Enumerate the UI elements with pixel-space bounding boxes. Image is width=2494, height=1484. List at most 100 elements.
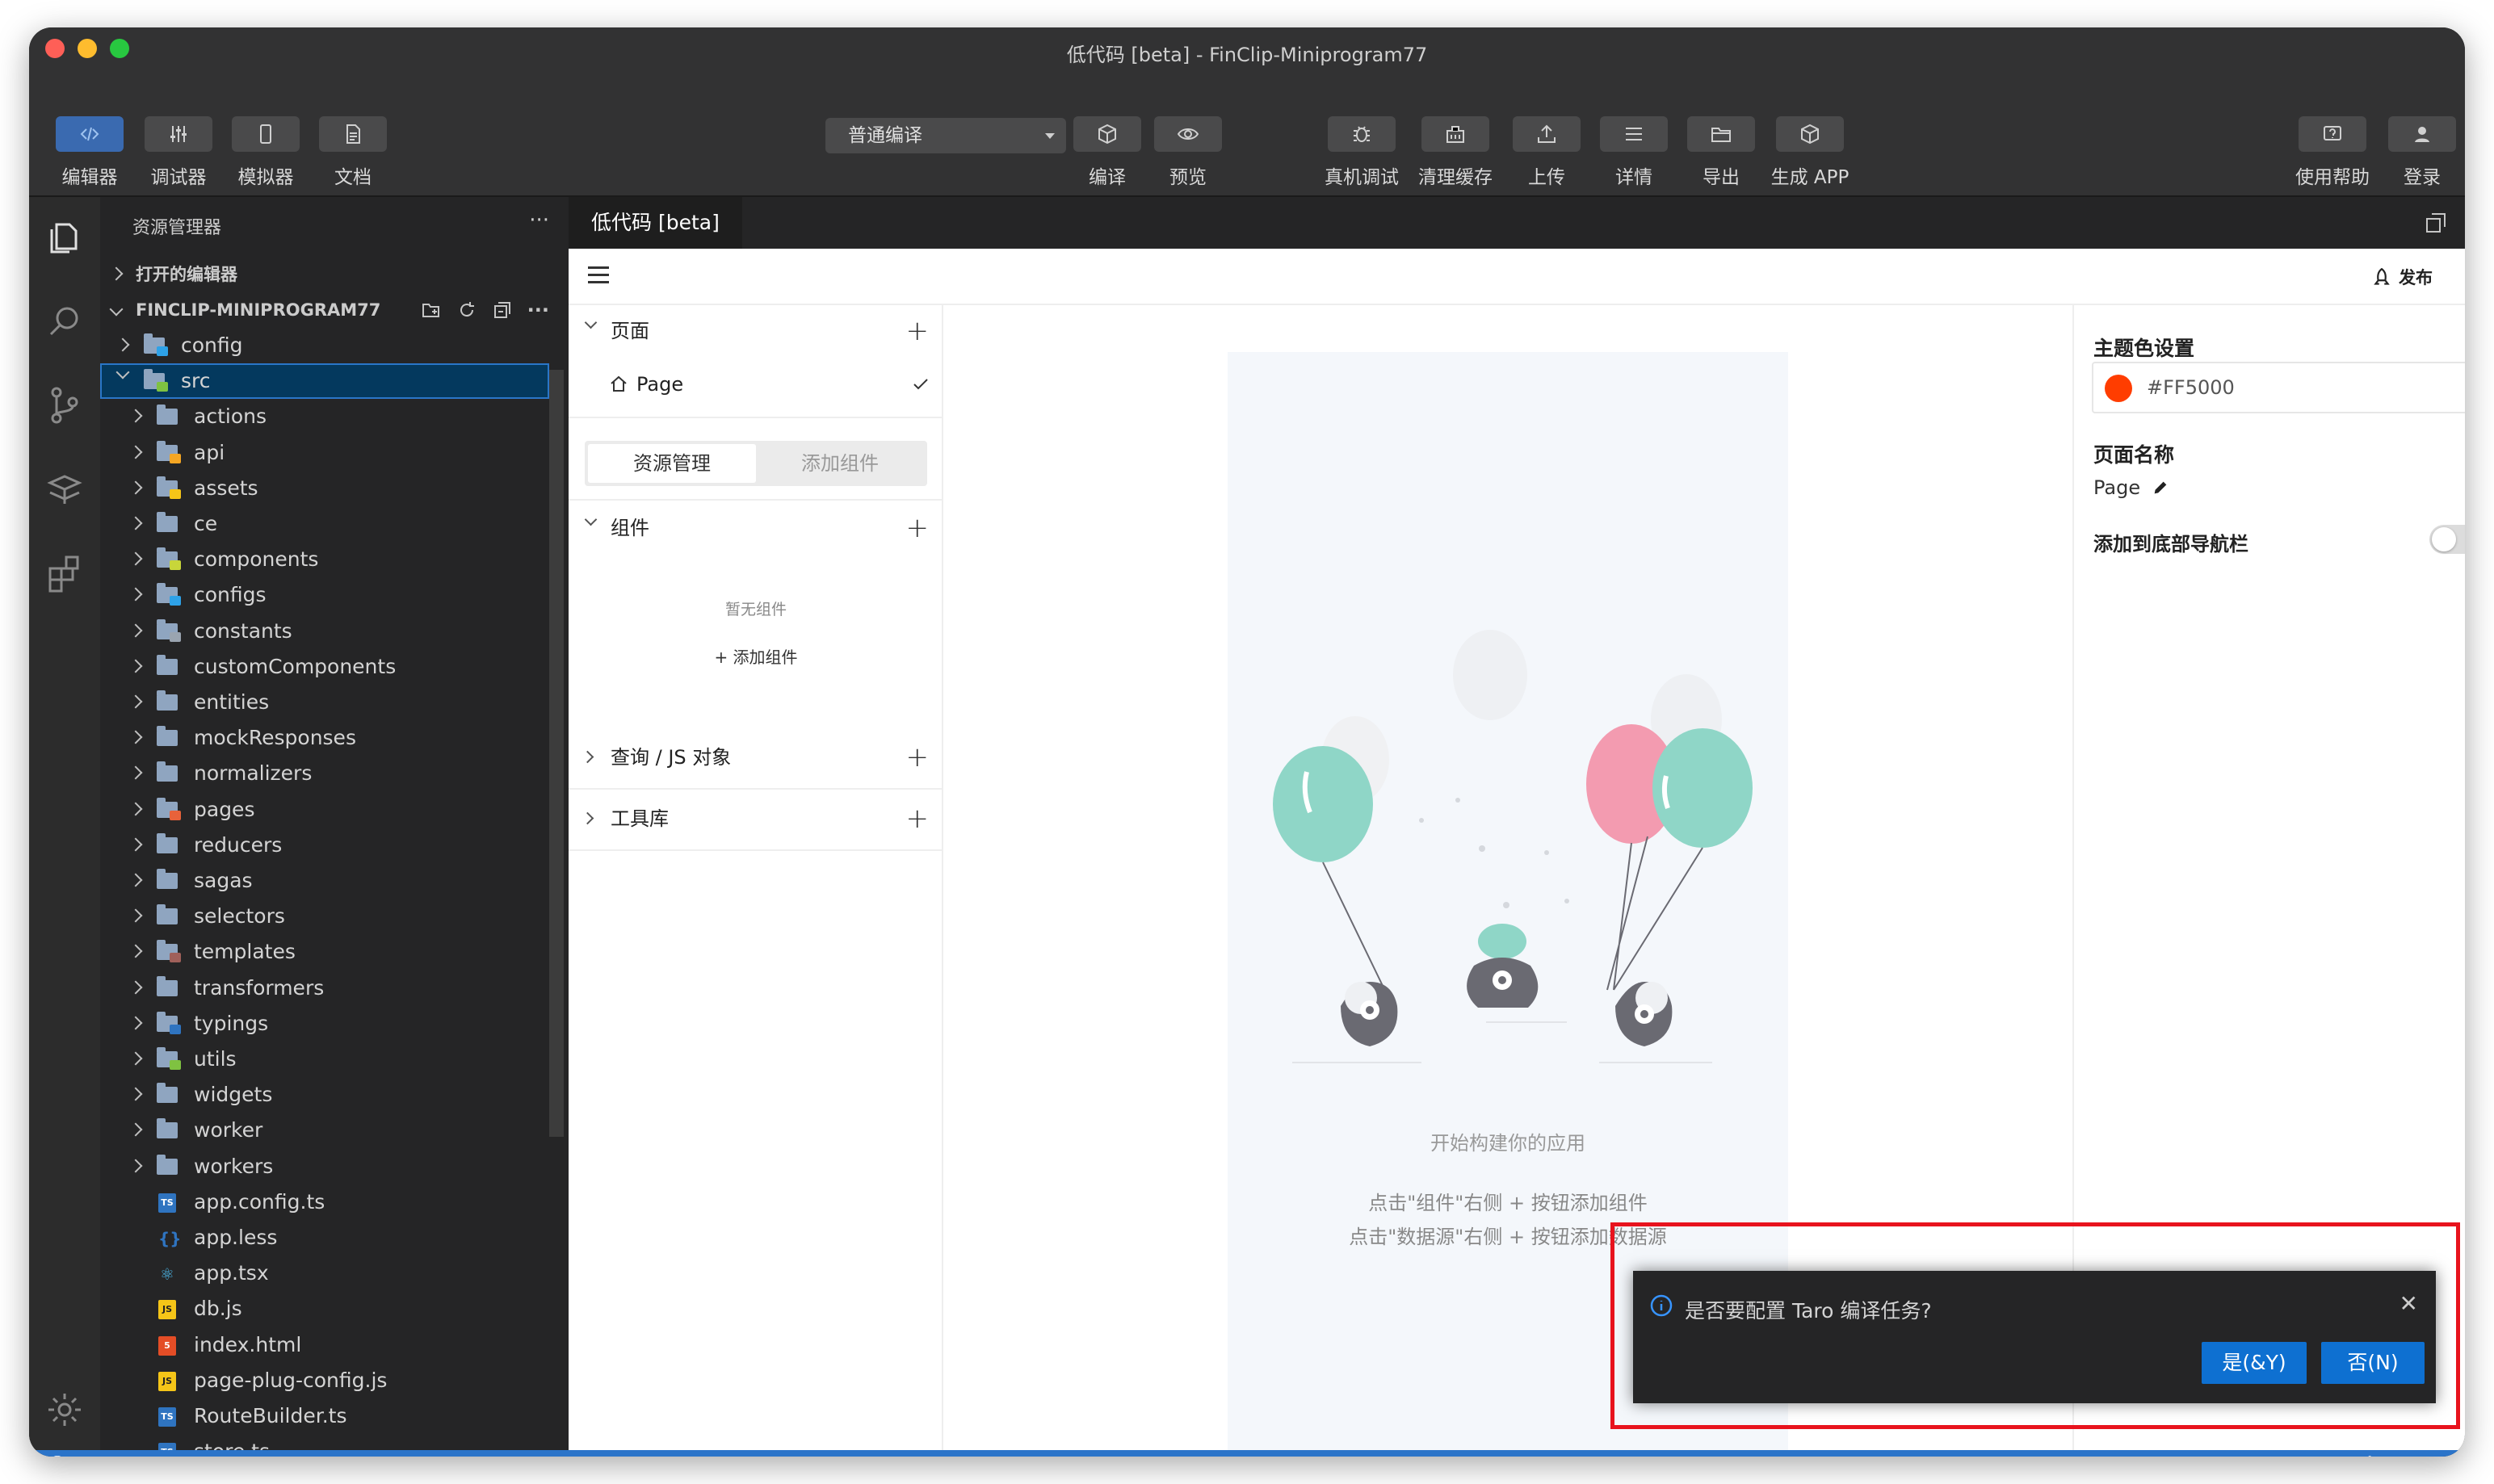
- compile-mode-select[interactable]: 普通编译: [825, 118, 1066, 153]
- notifications-indicator[interactable]: 🔔︎2: [2358, 1450, 2392, 1457]
- tree-file-item[interactable]: TS app.config.ts: [100, 1184, 549, 1220]
- tree-item-label: page-plug-config.js: [194, 1368, 388, 1392]
- clear-cache-button[interactable]: 清理缓存: [1417, 116, 1494, 189]
- tree-folder-item[interactable]: sagas: [100, 863, 549, 899]
- color-swatch[interactable]: [2105, 375, 2132, 402]
- simulator-toggle-button[interactable]: 模拟器: [229, 116, 302, 189]
- chevron-right-icon: [128, 908, 143, 923]
- tree-folder-item[interactable]: ce: [100, 506, 549, 542]
- notification-toast: 是否要配置 Taro 编译任务? ✕ 是(&Y) 否(N): [1633, 1271, 2436, 1403]
- title-bar: 低代码 [beta] - FinClip-Miniprogram77: [29, 27, 2465, 76]
- tab-add-component[interactable]: 添加组件: [756, 444, 924, 483]
- tab-lowcode[interactable]: 低代码 [beta]: [569, 197, 742, 249]
- tree-file-item[interactable]: ⚛ app.tsx: [100, 1256, 549, 1291]
- tree-folder-item[interactable]: src: [100, 363, 549, 400]
- help-button[interactable]: 使用帮助: [2290, 116, 2374, 189]
- tree-item-label: workers: [194, 1154, 274, 1178]
- tree-folder-item[interactable]: widgets: [100, 1077, 549, 1113]
- source-control-icon: [51, 387, 78, 424]
- page-name-value[interactable]: Page: [2093, 476, 2169, 499]
- explorer-scrollbar[interactable]: [549, 370, 564, 1137]
- bottom-nav-toggle[interactable]: [2429, 525, 2465, 554]
- components-section-header[interactable]: 组件 +: [569, 502, 943, 554]
- docs-button[interactable]: 文档: [317, 116, 389, 189]
- tree-file-item[interactable]: JS db.js: [100, 1291, 549, 1327]
- tree-folder-item[interactable]: config: [100, 328, 549, 363]
- explorer-activity-button[interactable]: [44, 216, 86, 258]
- add-component-link[interactable]: + 添加组件: [569, 644, 943, 668]
- tree-folder-item[interactable]: configs: [100, 577, 549, 613]
- edit-pencil-icon[interactable]: [2152, 479, 2169, 497]
- bottom-nav-label: 添加到底部导航栏: [2093, 533, 2248, 555]
- activity-bar: [29, 197, 100, 1450]
- chevron-right-icon: [128, 1122, 143, 1137]
- file-type-icon: TS: [158, 1193, 176, 1213]
- tree-item-label: mockResponses: [194, 726, 356, 750]
- tree-folder-item[interactable]: transformers: [100, 970, 549, 1006]
- tree-folder-item[interactable]: worker: [100, 1113, 549, 1148]
- tree-item-label: reducers: [194, 832, 283, 857]
- tree-folder-item[interactable]: reducers: [100, 828, 549, 863]
- login-button[interactable]: 登录: [2386, 116, 2458, 189]
- tree-item-label: sagas: [194, 869, 253, 892]
- settings-activity-button[interactable]: [44, 1389, 86, 1431]
- add-component-icon[interactable]: +: [906, 502, 930, 554]
- build-app-button[interactable]: 生成 APP: [1766, 116, 1854, 189]
- no-button[interactable]: 否(N): [2321, 1342, 2425, 1384]
- search-activity-button[interactable]: [44, 300, 86, 342]
- tree-file-item[interactable]: TS store.ts: [100, 1434, 549, 1450]
- files-icon: [50, 223, 78, 254]
- chevron-right-icon: [128, 980, 143, 995]
- add-query-icon[interactable]: +: [906, 732, 930, 783]
- tree-folder-item[interactable]: workers: [100, 1149, 549, 1184]
- add-tool-icon[interactable]: +: [906, 793, 930, 845]
- publish-button[interactable]: 发布: [2371, 265, 2433, 289]
- tree-file-item[interactable]: JS page-plug-config.js: [100, 1363, 549, 1398]
- tree-folder-item[interactable]: constants: [100, 614, 549, 649]
- tree-folder-item[interactable]: mockResponses: [100, 720, 549, 756]
- compile-button[interactable]: 编译: [1071, 116, 1144, 189]
- menu-icon[interactable]: [588, 266, 609, 284]
- tree-folder-item[interactable]: components: [100, 542, 549, 577]
- tree-folder-item[interactable]: utils: [100, 1042, 549, 1077]
- layout-icon[interactable]: ▭: [2425, 1450, 2442, 1457]
- tree-folder-item[interactable]: typings: [100, 1006, 549, 1042]
- tab-resources[interactable]: 资源管理: [588, 444, 756, 483]
- tree-folder-item[interactable]: normalizers: [100, 756, 549, 791]
- preview-button[interactable]: 预览: [1152, 116, 1224, 189]
- pages-section-header[interactable]: 页面 +: [569, 305, 943, 357]
- add-page-icon[interactable]: +: [906, 305, 930, 357]
- remote-debug-button[interactable]: 真机调试: [1323, 116, 1400, 189]
- editor-toggle-button[interactable]: 编辑器: [53, 116, 126, 189]
- toolbox-section-header[interactable]: 工具库 +: [569, 793, 943, 845]
- window-title: 低代码 [beta] - FinClip-Miniprogram77: [1066, 44, 1428, 66]
- split-editor-icon[interactable]: [2425, 212, 2447, 234]
- close-icon[interactable]: ✕: [2400, 1290, 2418, 1317]
- tree-folder-item[interactable]: pages: [100, 792, 549, 828]
- tree-file-item[interactable]: 5 index.html: [100, 1327, 549, 1363]
- query-section-header[interactable]: 查询 / JS 对象 +: [569, 732, 943, 783]
- debugger-toggle-button[interactable]: 调试器: [142, 116, 215, 189]
- tree-folder-item[interactable]: customComponents: [100, 649, 549, 685]
- theme-color-input[interactable]: #FF5000: [2092, 362, 2465, 413]
- source-control-activity-button[interactable]: [44, 384, 86, 426]
- page-item[interactable]: Page: [569, 358, 943, 410]
- details-button[interactable]: 详情: [1598, 116, 1670, 189]
- export-button[interactable]: 导出: [1685, 116, 1757, 189]
- tree-folder-item[interactable]: api: [100, 435, 549, 471]
- upload-button[interactable]: 上传: [1510, 116, 1583, 189]
- problems-indicator[interactable]: ⓧ 0 ⚠ 0: [48, 1450, 128, 1457]
- tree-file-item[interactable]: TS RouteBuilder.ts: [100, 1398, 549, 1434]
- extensions-activity-button[interactable]: [44, 552, 86, 594]
- file-type-icon: JS: [158, 1371, 176, 1391]
- tree-folder-item[interactable]: selectors: [100, 899, 549, 934]
- tree-folder-item[interactable]: entities: [100, 685, 549, 720]
- yes-button[interactable]: 是(&Y): [2202, 1342, 2307, 1384]
- tree-item-label: pages: [194, 797, 255, 821]
- tree-folder-item[interactable]: templates: [100, 934, 549, 970]
- debug-activity-button[interactable]: [44, 468, 86, 510]
- tree-folder-item[interactable]: assets: [100, 471, 549, 506]
- tree-file-item[interactable]: {} app.less: [100, 1220, 549, 1256]
- tree-folder-item[interactable]: actions: [100, 399, 549, 434]
- tree-item-label: utils: [194, 1047, 237, 1071]
